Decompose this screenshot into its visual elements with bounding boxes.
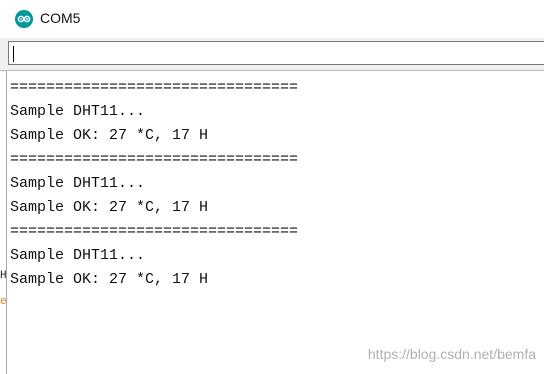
- output-line: Sample OK: 27 *C, 17 H: [10, 271, 209, 288]
- output-line: ================================: [10, 79, 299, 96]
- output-line: Sample DHT11...: [10, 103, 146, 120]
- watermark-text: https://blog.csdn.net/bemfa: [367, 346, 536, 362]
- send-toolbar: [0, 38, 544, 70]
- output-line: Sample OK: 27 *C, 17 H: [10, 199, 209, 216]
- output-line: ================================: [10, 151, 299, 168]
- output-line: Sample DHT11...: [10, 175, 146, 192]
- text-caret: [13, 46, 14, 62]
- window-title: COM5: [40, 10, 81, 26]
- serial-monitor-window: COM5 H e ===============================…: [0, 0, 544, 374]
- output-line: Sample DHT11...: [10, 247, 146, 264]
- title-bar: COM5: [0, 0, 544, 38]
- output-line: Sample OK: 27 *C, 17 H: [10, 127, 209, 144]
- output-line: ================================: [10, 223, 299, 240]
- send-input[interactable]: [8, 41, 544, 65]
- arduino-infinity-icon: [15, 10, 33, 28]
- serial-output-area[interactable]: ================================ Sample …: [6, 71, 544, 374]
